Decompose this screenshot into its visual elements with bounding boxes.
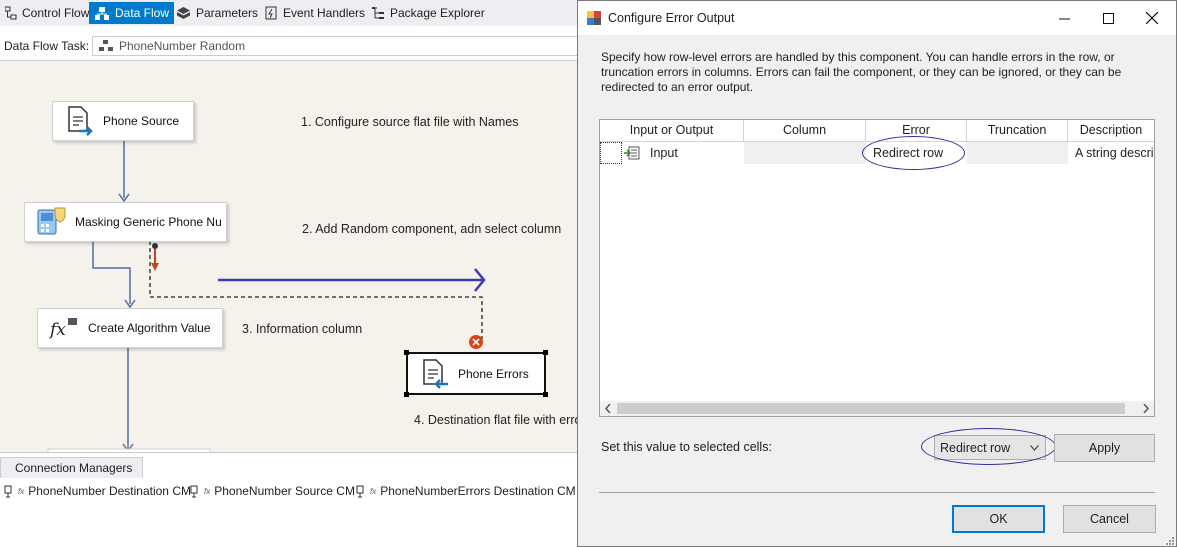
close-icon <box>1146 12 1158 24</box>
tab-label: Event Handlers <box>283 6 366 20</box>
dialog-title-bar: Configure Error Output <box>578 1 1176 35</box>
data-flow-task-value: PhoneNumber Random <box>119 39 246 53</box>
selection-handle[interactable] <box>543 392 548 397</box>
derived-column-fx-icon: fx <box>48 318 77 340</box>
node-label: Phone Errors <box>458 366 529 381</box>
node-masking-generic-phone[interactable]: Masking Generic Phone Nu <box>24 202 227 242</box>
data-flow-task-label: Data Flow Task: <box>4 39 90 53</box>
scroll-right-icon[interactable] <box>1142 404 1150 413</box>
apply-button[interactable]: Apply <box>1054 434 1155 462</box>
tab-label: Parameters <box>196 6 259 20</box>
designer-tab-bar: Control Flow Data Flow Parameters Event … <box>0 0 580 26</box>
tab-label: Package Explorer <box>390 6 485 20</box>
configure-error-output-dialog: Configure Error Output Specify how row-l… <box>577 0 1177 547</box>
node-label: Masking Generic Phone Nu <box>75 215 222 229</box>
event-handlers-icon <box>265 6 277 20</box>
tab-label: Control Flow <box>22 6 90 20</box>
data-flow-icon <box>95 6 109 20</box>
connection-manager-item[interactable]: fx PhoneNumberErrors Destination CM <box>356 484 576 498</box>
fx-icon: fx <box>370 486 377 496</box>
dialog-description: Specify how row-level errors are handled… <box>601 50 1122 94</box>
annotation-ellipse-error-cell <box>862 136 965 170</box>
cell-truncation[interactable] <box>967 142 1068 164</box>
selection-handle[interactable] <box>543 350 548 355</box>
ok-button[interactable]: OK <box>952 505 1045 533</box>
control-flow-icon <box>5 6 17 20</box>
svg-text:fx: fx <box>48 320 66 340</box>
tab-parameters[interactable]: Parameters <box>171 2 263 24</box>
tab-package-explorer[interactable]: Package Explorer <box>366 2 490 24</box>
minimize-icon <box>1058 18 1070 19</box>
set-value-label: Set this value to selected cells: <box>601 440 772 454</box>
tab-control-flow[interactable]: Control Flow <box>0 2 94 24</box>
path-masking-to-algorithm <box>92 241 131 304</box>
fx-icon: fx <box>204 486 211 496</box>
close-button[interactable] <box>1130 1 1174 35</box>
annotation-ellipse-dropdown <box>921 428 1056 465</box>
connection-manager-label: PhoneNumberErrors Destination CM <box>380 484 576 498</box>
data-flow-canvas[interactable]: Phone Source Masking Generic Phone Nu fx… <box>0 60 582 453</box>
tab-event-handlers[interactable]: Event Handlers <box>260 2 370 24</box>
selection-handle[interactable] <box>404 392 409 397</box>
annotation-step-3: 3. Information column <box>242 322 363 336</box>
maximize-button[interactable] <box>1086 1 1130 35</box>
error-arrow-head <box>151 263 159 271</box>
node-label: Phone Source <box>103 114 180 128</box>
annotation-arrow <box>218 268 486 292</box>
connection-manager-icon <box>190 485 198 497</box>
tab-label: Data Flow <box>115 6 170 20</box>
minimize-button[interactable] <box>1042 1 1086 35</box>
fx-icon: fx <box>18 486 25 496</box>
connection-manager-item[interactable]: fx PhoneNumber Source CM <box>190 484 355 498</box>
node-phone-source[interactable]: Phone Source <box>52 101 194 141</box>
cell-input-or-output[interactable]: Input <box>650 142 740 164</box>
data-flow-task-bar: Data Flow Task: PhoneNumber Random <box>0 34 580 58</box>
node-create-algorithm-value[interactable]: fx Create Algorithm Value <box>37 308 223 348</box>
column-header-column[interactable]: Column <box>744 120 866 142</box>
node-label: Create Algorithm Value <box>88 321 211 335</box>
dialog-app-icon <box>587 11 601 25</box>
flat-file-destination-icon <box>423 358 448 389</box>
scroll-left-icon[interactable] <box>604 404 612 413</box>
cancel-button[interactable]: Cancel <box>1063 505 1156 533</box>
maximize-icon <box>1102 12 1114 24</box>
connection-manager-icon <box>356 485 364 497</box>
resize-grip-icon[interactable] <box>1165 536 1174 545</box>
annotation-step-2: 2. Add Random component, adn select colu… <box>302 222 562 236</box>
flat-file-source-icon <box>68 106 93 136</box>
column-header-description[interactable]: Description <box>1068 120 1154 142</box>
cell-column[interactable] <box>744 142 866 164</box>
tab-data-flow[interactable]: Data Flow <box>89 2 175 24</box>
connection-manager-label: PhoneNumber Destination CM <box>28 484 191 498</box>
dialog-separator <box>599 492 1155 493</box>
connection-manager-icon <box>4 485 12 497</box>
column-header-truncation[interactable]: Truncation <box>967 120 1068 142</box>
row-selector[interactable] <box>600 142 622 164</box>
dialog-title: Configure Error Output <box>608 11 735 25</box>
parameters-icon <box>177 7 190 19</box>
connection-managers-tab[interactable]: Connection Managers <box>0 457 143 478</box>
connection-manager-label: PhoneNumber Source CM <box>214 484 355 498</box>
connection-manager-item[interactable]: fx PhoneNumber Destination CM <box>4 484 191 498</box>
node-phone-errors[interactable]: Phone Errors <box>404 350 548 397</box>
package-explorer-icon <box>372 7 384 19</box>
data-flow-task-selector[interactable]: PhoneNumber Random <box>92 36 580 56</box>
horizontal-scrollbar[interactable] <box>600 401 1154 416</box>
masking-component-icon <box>37 207 66 235</box>
error-path-start <box>152 243 158 249</box>
selection-handle[interactable] <box>404 350 409 355</box>
data-flow-task-icon <box>99 40 113 51</box>
scrollbar-thumb[interactable] <box>617 403 1125 414</box>
cell-description[interactable]: A string descri... <box>1068 142 1154 164</box>
column-header-input-or-output[interactable]: Input or Output <box>600 120 744 142</box>
annotation-step-4: 4. Destination flat file with erro <box>414 413 582 427</box>
annotation-step-1: 1. Configure source flat file with Names <box>301 115 519 129</box>
input-icon <box>624 146 640 160</box>
